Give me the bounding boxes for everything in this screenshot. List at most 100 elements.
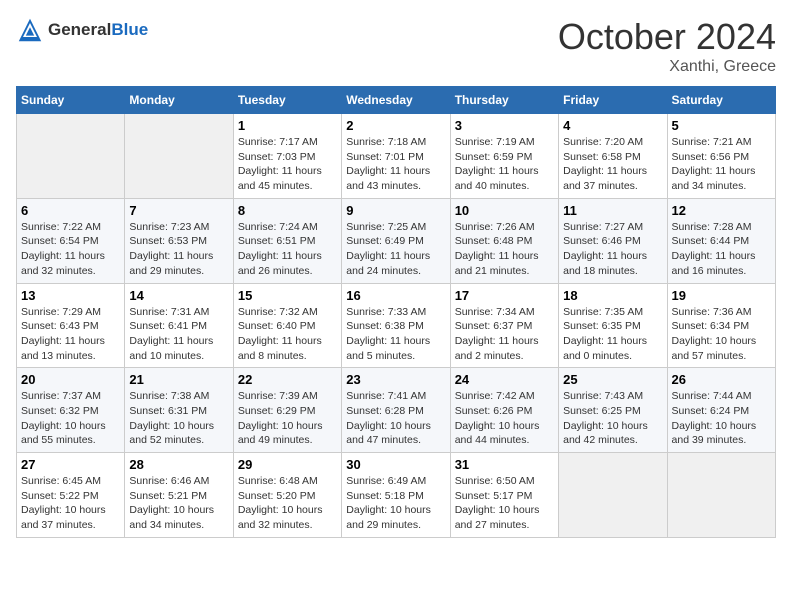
calendar-cell: 30 Sunrise: 6:49 AM Sunset: 5:18 PM Dayli… (342, 453, 450, 538)
calendar-cell: 11 Sunrise: 7:27 AM Sunset: 6:46 PM Dayli… (559, 198, 667, 283)
calendar-cell: 22Sunrise: 7:39 AM Sunset: 6:29 PM Dayli… (233, 368, 341, 453)
weekday-header-thursday: Thursday (450, 87, 558, 114)
calendar-week-1: 1Sunrise: 7:17 AM Sunset: 7:03 PM Daylig… (17, 114, 776, 199)
calendar-cell: 12 Sunrise: 7:28 AM Sunset: 6:44 PM Dayli… (667, 198, 775, 283)
weekday-header-row: SundayMondayTuesdayWednesdayThursdayFrid… (17, 87, 776, 114)
day-number: 29 (238, 457, 337, 472)
calendar-cell: 5 Sunrise: 7:21 AM Sunset: 6:56 PM Daylig… (667, 114, 775, 199)
calendar-cell: 21 Sunrise: 7:38 AM Sunset: 6:31 PM Dayli… (125, 368, 233, 453)
calendar-cell: 8 Sunrise: 7:24 AM Sunset: 6:51 PM Daylig… (233, 198, 341, 283)
calendar-week-5: 27Sunrise: 6:45 AM Sunset: 5:22 PM Dayli… (17, 453, 776, 538)
day-info: Sunrise: 7:19 AM Sunset: 6:59 PM Dayligh… (455, 135, 554, 194)
calendar-cell: 9 Sunrise: 7:25 AM Sunset: 6:49 PM Daylig… (342, 198, 450, 283)
day-info: Sunrise: 7:17 AM Sunset: 7:03 PM Dayligh… (238, 135, 337, 194)
day-number: 8 (238, 203, 337, 218)
calendar-cell (559, 453, 667, 538)
calendar-cell: 4 Sunrise: 7:20 AM Sunset: 6:58 PM Daylig… (559, 114, 667, 199)
day-info: Sunrise: 7:31 AM Sunset: 6:41 PM Dayligh… (129, 305, 228, 364)
day-number: 13 (21, 288, 120, 303)
day-number: 14 (129, 288, 228, 303)
calendar-cell: 25 Sunrise: 7:43 AM Sunset: 6:25 PM Dayli… (559, 368, 667, 453)
day-info: Sunrise: 6:50 AM Sunset: 5:17 PM Dayligh… (455, 474, 554, 533)
logo: GeneralBlue (16, 16, 148, 44)
day-number: 24 (455, 372, 554, 387)
day-info: Sunrise: 7:27 AM Sunset: 6:46 PM Dayligh… (563, 220, 662, 279)
calendar-table: SundayMondayTuesdayWednesdayThursdayFrid… (16, 86, 776, 538)
day-info: Sunrise: 7:21 AM Sunset: 6:56 PM Dayligh… (672, 135, 771, 194)
day-info: Sunrise: 7:22 AM Sunset: 6:54 PM Dayligh… (21, 220, 120, 279)
day-info: Sunrise: 6:46 AM Sunset: 5:21 PM Dayligh… (129, 474, 228, 533)
day-info: Sunrise: 7:38 AM Sunset: 6:31 PM Dayligh… (129, 389, 228, 448)
weekday-header-sunday: Sunday (17, 87, 125, 114)
day-number: 27 (21, 457, 120, 472)
day-info: Sunrise: 7:43 AM Sunset: 6:25 PM Dayligh… (563, 389, 662, 448)
day-info: Sunrise: 7:18 AM Sunset: 7:01 PM Dayligh… (346, 135, 445, 194)
calendar-cell: 3 Sunrise: 7:19 AM Sunset: 6:59 PM Daylig… (450, 114, 558, 199)
calendar-week-3: 13Sunrise: 7:29 AM Sunset: 6:43 PM Dayli… (17, 283, 776, 368)
day-info: Sunrise: 7:24 AM Sunset: 6:51 PM Dayligh… (238, 220, 337, 279)
day-number: 26 (672, 372, 771, 387)
weekday-header-monday: Monday (125, 87, 233, 114)
calendar-cell: 16Sunrise: 7:33 AM Sunset: 6:38 PM Dayli… (342, 283, 450, 368)
day-info: Sunrise: 7:26 AM Sunset: 6:48 PM Dayligh… (455, 220, 554, 279)
calendar-cell (17, 114, 125, 199)
calendar-cell: 24 Sunrise: 7:42 AM Sunset: 6:26 PM Dayli… (450, 368, 558, 453)
day-info: Sunrise: 7:35 AM Sunset: 6:35 PM Dayligh… (563, 305, 662, 364)
day-number: 31 (455, 457, 554, 472)
calendar-cell: 26Sunrise: 7:44 AM Sunset: 6:24 PM Dayli… (667, 368, 775, 453)
day-info: Sunrise: 7:37 AM Sunset: 6:32 PM Dayligh… (21, 389, 120, 448)
day-info: Sunrise: 7:33 AM Sunset: 6:38 PM Dayligh… (346, 305, 445, 364)
day-info: Sunrise: 7:28 AM Sunset: 6:44 PM Dayligh… (672, 220, 771, 279)
calendar-cell: 27Sunrise: 6:45 AM Sunset: 5:22 PM Dayli… (17, 453, 125, 538)
calendar-cell: 29 Sunrise: 6:48 AM Sunset: 5:20 PM Dayli… (233, 453, 341, 538)
day-info: Sunrise: 7:41 AM Sunset: 6:28 PM Dayligh… (346, 389, 445, 448)
day-info: Sunrise: 7:23 AM Sunset: 6:53 PM Dayligh… (129, 220, 228, 279)
day-info: Sunrise: 7:25 AM Sunset: 6:49 PM Dayligh… (346, 220, 445, 279)
calendar-cell: 19Sunrise: 7:36 AM Sunset: 6:34 PM Dayli… (667, 283, 775, 368)
weekday-header-wednesday: Wednesday (342, 87, 450, 114)
day-number: 4 (563, 118, 662, 133)
day-number: 28 (129, 457, 228, 472)
calendar-cell: 15 Sunrise: 7:32 AM Sunset: 6:40 PM Dayli… (233, 283, 341, 368)
weekday-header-tuesday: Tuesday (233, 87, 341, 114)
calendar-cell (667, 453, 775, 538)
day-number: 21 (129, 372, 228, 387)
calendar-cell: 17Sunrise: 7:34 AM Sunset: 6:37 PM Dayli… (450, 283, 558, 368)
day-number: 30 (346, 457, 445, 472)
calendar-cell: 14 Sunrise: 7:31 AM Sunset: 6:41 PM Dayli… (125, 283, 233, 368)
day-info: Sunrise: 7:42 AM Sunset: 6:26 PM Dayligh… (455, 389, 554, 448)
day-number: 19 (672, 288, 771, 303)
calendar-cell: 1Sunrise: 7:17 AM Sunset: 7:03 PM Daylig… (233, 114, 341, 199)
day-number: 23 (346, 372, 445, 387)
day-info: Sunrise: 7:39 AM Sunset: 6:29 PM Dayligh… (238, 389, 337, 448)
calendar-cell: 2 Sunrise: 7:18 AM Sunset: 7:01 PM Daylig… (342, 114, 450, 199)
day-number: 11 (563, 203, 662, 218)
weekday-header-saturday: Saturday (667, 87, 775, 114)
day-info: Sunrise: 6:48 AM Sunset: 5:20 PM Dayligh… (238, 474, 337, 533)
day-number: 5 (672, 118, 771, 133)
day-number: 2 (346, 118, 445, 133)
day-info: Sunrise: 7:32 AM Sunset: 6:40 PM Dayligh… (238, 305, 337, 364)
logo-icon (16, 16, 44, 44)
day-info: Sunrise: 6:49 AM Sunset: 5:18 PM Dayligh… (346, 474, 445, 533)
day-number: 7 (129, 203, 228, 218)
calendar-cell: 23 Sunrise: 7:41 AM Sunset: 6:28 PM Dayli… (342, 368, 450, 453)
day-number: 18 (563, 288, 662, 303)
day-number: 6 (21, 203, 120, 218)
day-number: 15 (238, 288, 337, 303)
day-number: 17 (455, 288, 554, 303)
day-number: 12 (672, 203, 771, 218)
calendar-cell: 7 Sunrise: 7:23 AM Sunset: 6:53 PM Daylig… (125, 198, 233, 283)
day-number: 10 (455, 203, 554, 218)
day-number: 25 (563, 372, 662, 387)
day-number: 9 (346, 203, 445, 218)
title-block: October 2024 Xanthi, Greece (558, 16, 776, 76)
weekday-header-friday: Friday (559, 87, 667, 114)
calendar-cell: 31 Sunrise: 6:50 AM Sunset: 5:17 PM Dayli… (450, 453, 558, 538)
month-title: October 2024 (558, 16, 776, 58)
page-header: GeneralBlue October 2024 Xanthi, Greece (16, 16, 776, 76)
day-number: 3 (455, 118, 554, 133)
location-title: Xanthi, Greece (558, 58, 776, 76)
day-info: Sunrise: 7:20 AM Sunset: 6:58 PM Dayligh… (563, 135, 662, 194)
day-number: 20 (21, 372, 120, 387)
